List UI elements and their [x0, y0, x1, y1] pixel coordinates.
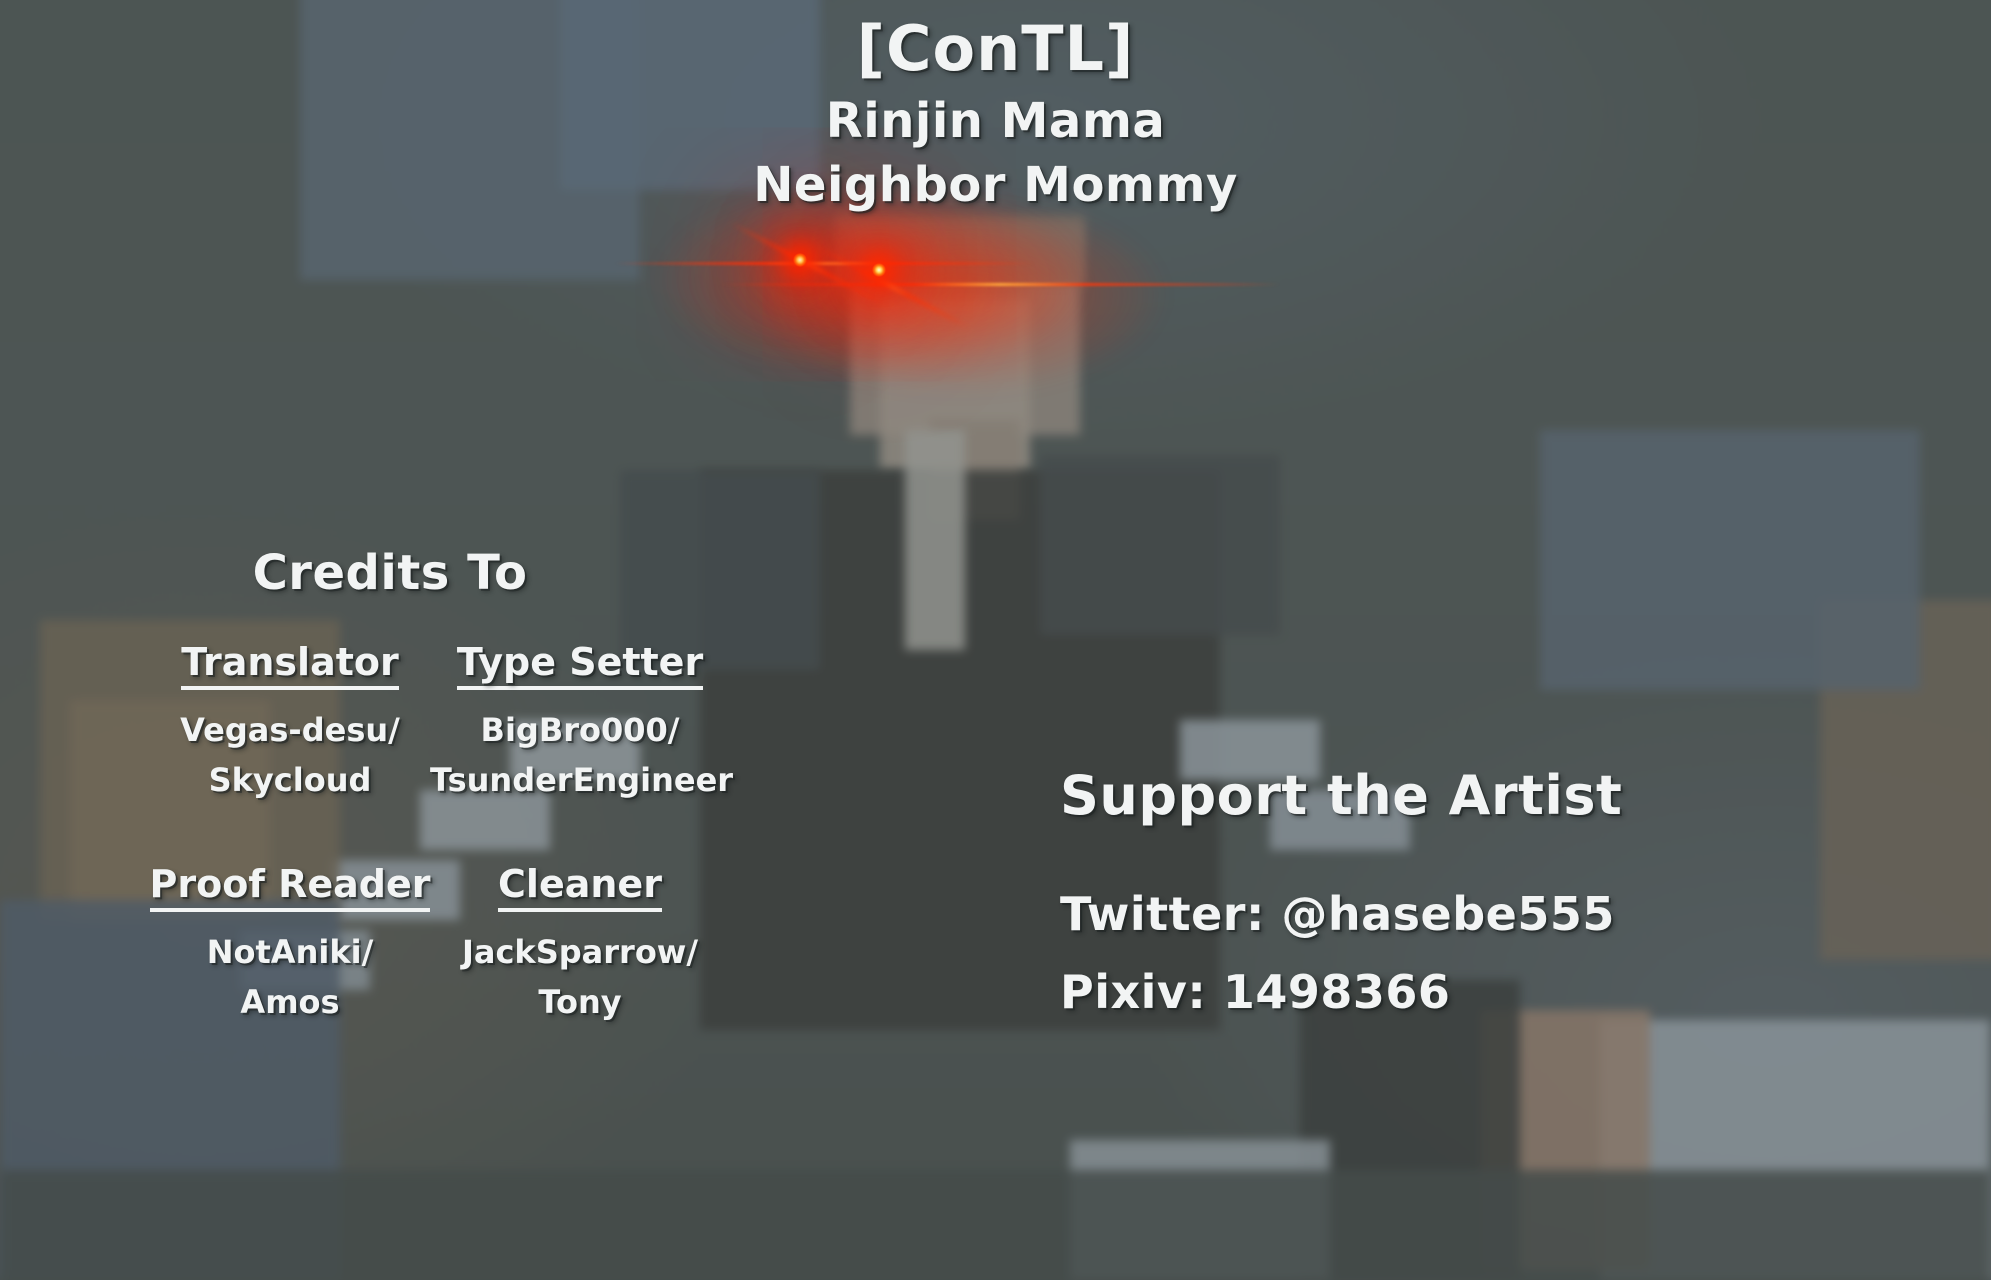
title-romaji: Rinjin Mama	[825, 93, 1166, 149]
support-artist-heading: Support the Artist	[1060, 764, 1623, 827]
role-title-type-setter-label: Type Setter	[456, 640, 704, 690]
role-title-cleaner-label: Cleaner	[498, 862, 662, 912]
artist-twitter-handle: Twitter: @hasebe555	[1060, 887, 1615, 941]
role-title-translator: Translator	[140, 640, 440, 690]
artist-pixiv-id: Pixiv: 1498366	[1060, 965, 1451, 1019]
role-names-cleaner: JackSparrow/ Tony	[461, 933, 699, 1021]
text-overlay-layer: [ConTL] Rinjin Mama Neighbor Mommy Credi…	[0, 0, 1991, 1280]
role-title-cleaner: Cleaner	[430, 862, 730, 912]
role-names-type-setter: BigBro000/ TsunderEngineer	[430, 711, 734, 799]
role-names-translator: Vegas-desu/ Skycloud	[180, 711, 400, 799]
role-title-proof-reader-label: Proof Reader	[149, 862, 431, 912]
role-title-translator-label: Translator	[181, 640, 399, 690]
credit-role-proof-reader: Proof Reader NotAniki/ Amos	[140, 862, 440, 1027]
role-title-proof-reader: Proof Reader	[140, 862, 440, 912]
credits-page: [ConTL] Rinjin Mama Neighbor Mommy Credi…	[0, 0, 1991, 1280]
role-title-type-setter: Type Setter	[430, 640, 730, 690]
credit-role-translator: Translator Vegas-desu/ Skycloud	[140, 640, 440, 805]
group-tag: [ConTL]	[856, 12, 1135, 85]
role-names-proof-reader: NotAniki/ Amos	[206, 933, 374, 1021]
credits-heading: Credits To	[252, 545, 528, 601]
title-english: Neighbor Mommy	[753, 157, 1238, 213]
credit-role-type-setter: Type Setter BigBro000/ TsunderEngineer	[430, 640, 734, 805]
credit-role-cleaner: Cleaner JackSparrow/ Tony	[430, 862, 730, 1027]
